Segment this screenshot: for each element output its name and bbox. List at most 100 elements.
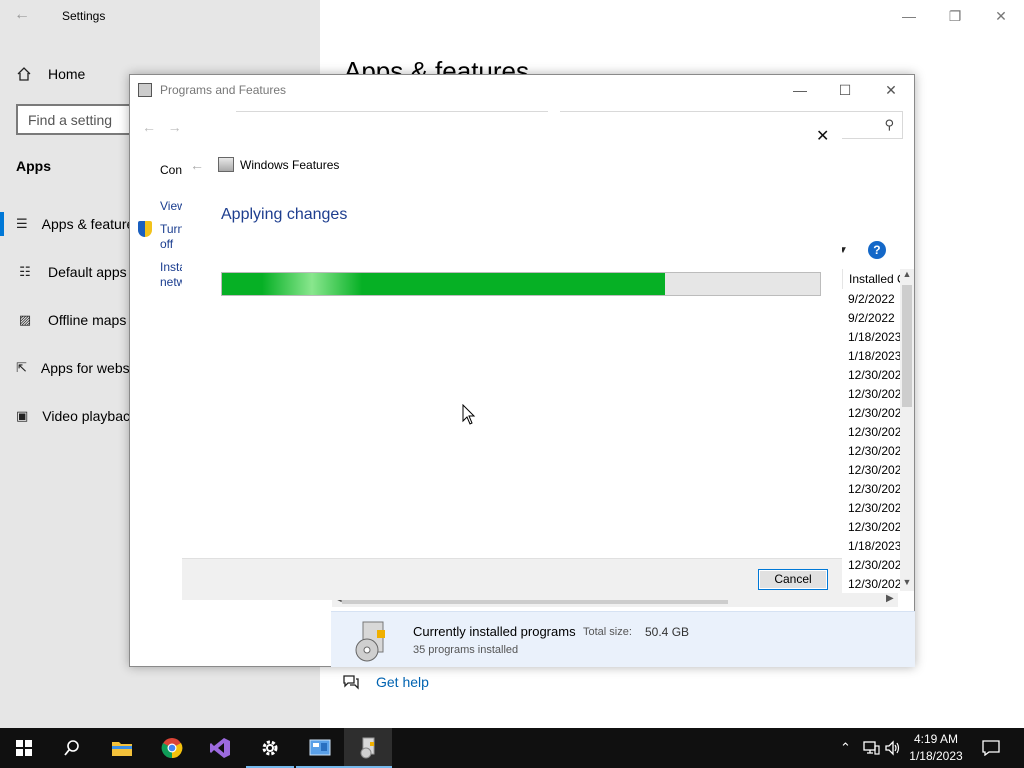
show-hidden-icons[interactable]: ⌃ xyxy=(840,728,851,768)
nav-item-label: Video playback xyxy=(42,408,136,424)
progress-bar xyxy=(221,272,821,296)
nav-item-label: Apps for websites xyxy=(40,360,136,376)
installed-date-cell[interactable]: 12/30/2022 xyxy=(842,366,900,385)
nav-home-label: Home xyxy=(48,66,86,82)
chat-help-icon xyxy=(343,675,359,690)
pf-nav-arrows[interactable]: ← → xyxy=(142,119,182,135)
dialog-close-icon[interactable]: ✕ xyxy=(816,126,829,146)
installed-on-column-header[interactable]: Installed On xyxy=(842,269,908,289)
home-icon xyxy=(17,67,31,81)
taskbar-chrome[interactable] xyxy=(148,728,196,768)
installed-date-cell[interactable]: 12/30/2022 xyxy=(842,480,900,499)
pf-maximize-button[interactable]: ☐ xyxy=(830,79,860,101)
total-size-value: 50.4 GB xyxy=(645,625,690,639)
installed-date-cell[interactable]: 9/2/2022 xyxy=(842,290,900,309)
installed-date-cell[interactable]: 1/18/2023 xyxy=(842,537,900,556)
network-icon xyxy=(863,741,880,755)
details-title: Currently installed programs xyxy=(413,624,576,639)
nav-item-default-apps[interactable]: ☷ Default apps xyxy=(16,260,136,284)
taskbar-programs-features[interactable] xyxy=(344,728,392,768)
installed-date-cell[interactable]: 12/30/2022 xyxy=(842,556,900,575)
programs-count: 35 programs installed xyxy=(413,644,519,656)
nav-item-label: Default apps xyxy=(48,264,127,280)
clock-time: 4:19 AM xyxy=(913,732,959,746)
status-heading: Applying changes xyxy=(221,206,348,223)
windows-features-icon xyxy=(218,157,234,172)
taskbar-file-explorer[interactable] xyxy=(98,728,146,768)
scroll-down-icon[interactable]: ▼ xyxy=(900,577,914,591)
dialog-footer: Cancel xyxy=(182,558,842,600)
default-apps-icon: ☷ xyxy=(19,264,31,279)
help-icon[interactable]: ? xyxy=(867,241,886,259)
pf-left-link[interactable]: off xyxy=(160,237,173,251)
video-icon: ▣ xyxy=(16,408,29,423)
section-title: Apps xyxy=(16,158,51,174)
clock-date: 1/18/2023 xyxy=(909,749,963,763)
taskbar-search-button[interactable] xyxy=(48,728,96,768)
taskbar-settings[interactable] xyxy=(246,728,294,768)
installed-date-cell[interactable]: 12/30/2022 xyxy=(842,575,900,594)
installed-date-cell[interactable]: 12/30/2022 xyxy=(842,461,900,480)
installed-date-cell[interactable]: 9/2/2022 xyxy=(842,309,900,328)
get-help-link[interactable]: Get help xyxy=(342,674,429,690)
nav-home[interactable]: Home xyxy=(16,62,85,86)
pf-view-toolbar: ▼ ? xyxy=(838,241,886,259)
scroll-up-icon[interactable]: ▲ xyxy=(900,269,914,283)
find-setting-input[interactable]: Find a setting xyxy=(16,104,146,135)
windows-features-dialog: ✕ ← Windows Features Applying changes Ca… xyxy=(182,112,842,600)
taskbar-visual-studio[interactable] xyxy=(196,728,244,768)
search-icon: ⚲ xyxy=(884,117,894,132)
settings-title: Settings xyxy=(62,9,106,23)
minimize-button[interactable]: — xyxy=(894,4,924,28)
map-icon: ▨ xyxy=(18,312,32,327)
control-panel-icon xyxy=(138,83,152,97)
taskbar-clock[interactable]: 4:19 AM 1/18/2023 xyxy=(904,731,968,765)
pf-close-button[interactable]: ✕ xyxy=(876,79,906,101)
installed-date-cell[interactable]: 1/18/2023 xyxy=(842,328,900,347)
pf-left-link[interactable]: Con xyxy=(160,163,182,177)
nav-selection-indicator xyxy=(0,212,4,236)
scroll-thumb[interactable] xyxy=(902,285,912,407)
cancel-button[interactable]: Cancel xyxy=(758,569,828,590)
nav-item-apps-features[interactable]: ☰ Apps & features xyxy=(16,212,136,236)
programs-installer-icon xyxy=(360,737,375,759)
action-center[interactable] xyxy=(982,728,1000,768)
nav-item-label: Apps & features xyxy=(41,216,136,232)
taskbar: ⌃ 4:19 AM 1/18/2023 xyxy=(0,728,1024,768)
installed-date-cell[interactable]: 12/30/2022 xyxy=(842,499,900,518)
installed-date-cell[interactable]: 12/30/2022 xyxy=(842,423,900,442)
volume-icon xyxy=(885,740,900,756)
dialog-title: Windows Features xyxy=(240,158,340,172)
close-button[interactable]: ✕ xyxy=(986,4,1016,28)
dialog-back-icon[interactable]: ← xyxy=(190,157,204,173)
settings-icon xyxy=(262,740,278,756)
get-help-label: Get help xyxy=(376,674,429,690)
programs-installer-icon xyxy=(355,621,385,662)
installed-date-cell[interactable]: 1/18/2023 xyxy=(842,347,900,366)
scroll-right-icon[interactable]: ▶ xyxy=(886,593,894,604)
progress-glow xyxy=(262,273,362,295)
pf-minimize-button[interactable]: — xyxy=(785,79,815,101)
installed-date-cell[interactable]: 12/30/2022 xyxy=(842,518,900,537)
details-pane: Currently installed programs Total size:… xyxy=(331,611,915,667)
nav-item-video-playback[interactable]: ▣ Video playback xyxy=(16,404,136,428)
notification-icon xyxy=(982,740,1000,756)
taskbar-control-panel[interactable] xyxy=(296,728,344,768)
pf-titlebar: Programs and Features — ☐ ✕ xyxy=(130,75,914,105)
nav-item-apps-for-websites[interactable]: ⇱ Apps for websites xyxy=(16,356,136,380)
installed-date-cell[interactable]: 12/30/2022 xyxy=(842,442,900,461)
uac-shield-icon xyxy=(138,221,152,237)
pf-left-link[interactable]: Turn xyxy=(160,222,184,236)
open-external-icon: ⇱ xyxy=(16,360,27,375)
installed-date-cell[interactable]: 12/30/2022 xyxy=(842,404,900,423)
back-arrow-icon[interactable]: ← xyxy=(14,6,34,26)
search-icon xyxy=(64,740,79,756)
restore-button[interactable]: ❐ xyxy=(940,4,970,28)
vertical-scrollbar[interactable]: ▲ ▼ xyxy=(900,269,914,591)
installed-date-cell[interactable]: 12/30/2022 xyxy=(842,385,900,404)
volume-tray[interactable] xyxy=(884,728,902,768)
start-button[interactable] xyxy=(0,728,48,768)
file-explorer-icon xyxy=(112,742,132,756)
nav-item-offline-maps[interactable]: ▨ Offline maps xyxy=(16,308,136,332)
network-tray[interactable] xyxy=(862,728,880,768)
